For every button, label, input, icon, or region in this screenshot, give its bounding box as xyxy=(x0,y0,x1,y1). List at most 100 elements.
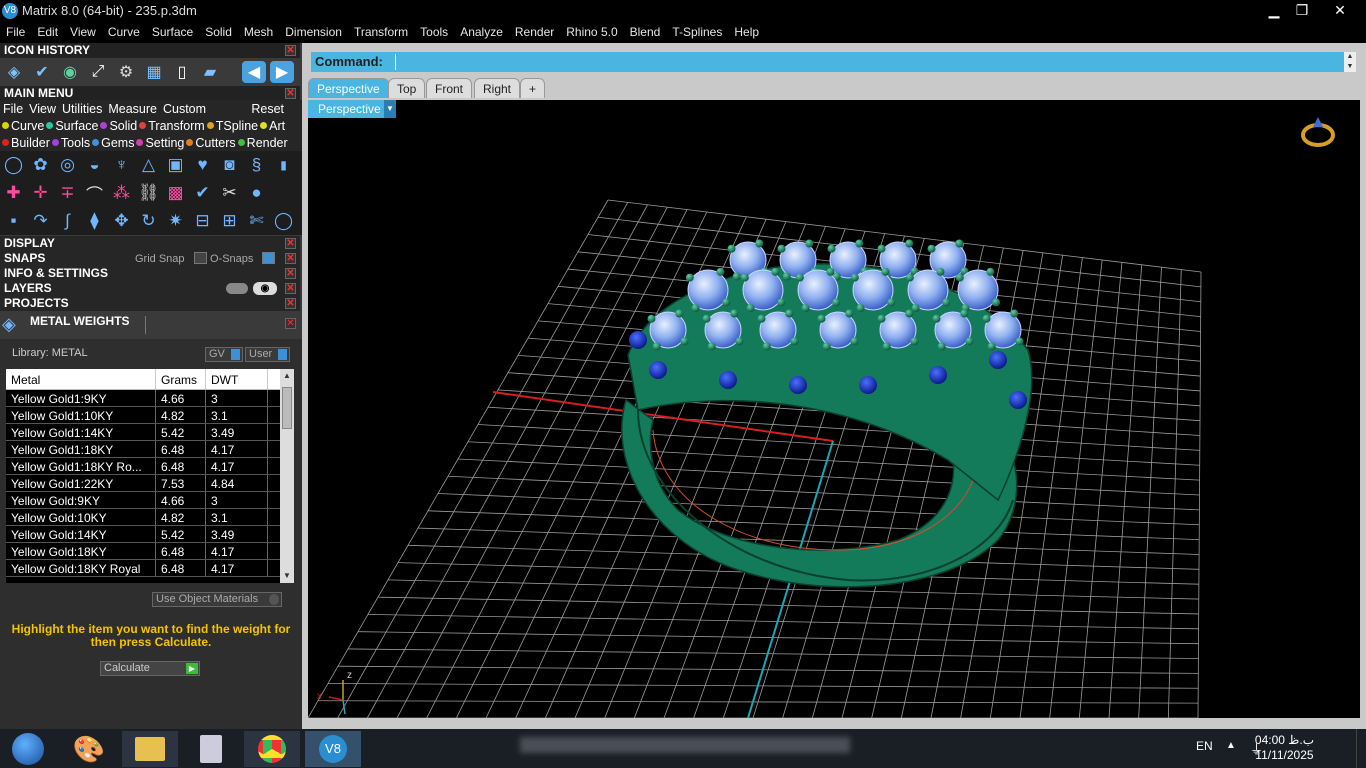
mm-builder[interactable]: Builder xyxy=(0,136,50,150)
clock[interactable]: 04:00 ب.ظ 11/11/2025 xyxy=(1255,733,1314,763)
menu-tools[interactable]: Tools xyxy=(414,22,454,43)
display-header[interactable]: DISPLAY ✕ xyxy=(0,236,300,251)
add-tab-button[interactable]: + xyxy=(520,78,546,98)
layers-header[interactable]: LAYERS ◉ ✕ xyxy=(0,281,300,296)
language-indicator[interactable]: EN xyxy=(1196,739,1213,753)
mm-art[interactable]: Art xyxy=(258,119,285,133)
calculate-button[interactable]: Calculate ▶ xyxy=(100,661,200,676)
back-arrow-icon[interactable]: ◀ xyxy=(242,61,266,83)
forward-arrow-icon[interactable]: ▶ xyxy=(270,61,294,83)
close-icon[interactable]: ✕ xyxy=(285,318,296,329)
tab-right[interactable]: Right xyxy=(474,78,521,98)
mm-tspline[interactable]: TSpline xyxy=(205,119,258,133)
chain-icon[interactable]: ⛓ xyxy=(136,181,161,205)
gem-icon[interactable]: ◈ xyxy=(2,61,26,83)
grid-snap-toggle[interactable] xyxy=(194,252,207,264)
layer-light-icon[interactable] xyxy=(226,283,248,294)
col-grams[interactable]: Grams xyxy=(156,369,206,389)
tray-chevron-icon[interactable]: ▲ xyxy=(1226,740,1236,751)
scroll-up-icon[interactable]: ▲ xyxy=(282,371,292,381)
scroll-thumb[interactable] xyxy=(282,387,292,429)
band-icon[interactable]: ◒ xyxy=(82,153,107,177)
close-icon[interactable]: ✕ xyxy=(285,88,296,99)
user-button[interactable]: User xyxy=(245,347,290,362)
scroll-down-icon[interactable]: ▼ xyxy=(282,571,292,581)
menu-blend[interactable]: Blend xyxy=(624,22,667,43)
move-icon[interactable]: ✥ xyxy=(109,209,134,233)
tab-perspective[interactable]: Perspective xyxy=(308,78,389,98)
metal-table[interactable]: Metal Grams DWT Yellow Gold1:9KY 4.66 3 Yel… xyxy=(6,369,280,583)
menu-file[interactable]: File xyxy=(0,22,31,43)
snaps-header[interactable]: SNAPS Grid Snap O-Snaps ✕ xyxy=(0,251,300,266)
heart-icon[interactable]: ♥ xyxy=(190,153,215,177)
use-object-materials-toggle[interactable]: Use Object Materials xyxy=(152,592,282,607)
table-row[interactable]: Yellow Gold:10KY 4.82 3.1 xyxy=(6,509,280,526)
close-icon[interactable]: ✕ xyxy=(285,45,296,56)
check-tool-icon[interactable]: ✔ xyxy=(190,181,215,205)
scale-icon[interactable]: ⤢ xyxy=(86,61,110,83)
rotate-icon[interactable]: ↻ xyxy=(136,209,161,233)
matrix-taskbar-icon[interactable]: V8 xyxy=(305,731,361,767)
prong-icon[interactable]: ♆ xyxy=(109,153,134,177)
info-settings-header[interactable]: INFO & SETTINGS ✕ xyxy=(0,266,300,281)
table-row[interactable]: Yellow Gold:18KY 6.48 4.17 xyxy=(6,543,280,560)
menu-rhino[interactable]: Rhino 5.0 xyxy=(560,22,623,43)
s-curve-icon[interactable]: ∫ xyxy=(55,209,80,233)
gear-icon[interactable]: ⚙ xyxy=(114,61,138,83)
menu-transform[interactable]: Transform xyxy=(348,22,414,43)
minimize-button[interactable]: ▁ xyxy=(1260,0,1288,20)
grid-icon[interactable]: ▦ xyxy=(142,61,166,83)
calculator-app-icon[interactable] xyxy=(183,731,239,767)
plus-icon[interactable]: ✚ xyxy=(1,181,26,205)
cubes-icon[interactable]: ▪ xyxy=(1,209,26,233)
menu-view[interactable]: View xyxy=(64,22,102,43)
close-icon[interactable]: ✕ xyxy=(285,268,296,279)
mm-reset[interactable]: Reset xyxy=(248,102,302,116)
circle-icon[interactable]: ◯ xyxy=(1,153,26,177)
sphere-icon[interactable]: ◉ xyxy=(58,61,82,83)
chrome-app-icon[interactable] xyxy=(244,731,300,767)
menu-edit[interactable]: Edit xyxy=(31,22,64,43)
start-button[interactable] xyxy=(0,731,56,767)
mm-measure[interactable]: Measure xyxy=(105,102,160,116)
join-icon[interactable]: ⊟ xyxy=(190,209,215,233)
close-button[interactable]: ✕ xyxy=(1326,0,1354,20)
table-row[interactable]: Yellow Gold:14KY 5.42 3.49 xyxy=(6,526,280,543)
table-row[interactable]: Yellow Gold1:14KY 5.42 3.49 xyxy=(6,424,280,441)
mm-surface[interactable]: Surface xyxy=(44,119,98,133)
mm-utilities[interactable]: Utilities xyxy=(59,102,105,116)
texture-icon[interactable]: ▩ xyxy=(163,181,188,205)
split-icon[interactable]: ⊞ xyxy=(217,209,242,233)
menu-dimension[interactable]: Dimension xyxy=(279,22,348,43)
mm-solid[interactable]: Solid xyxy=(98,119,137,133)
arc-icon[interactable]: ⌒ xyxy=(82,181,107,205)
show-desktop-button[interactable] xyxy=(1356,729,1366,768)
mm-tools[interactable]: Tools xyxy=(50,136,90,150)
eye-icon[interactable]: ◉ xyxy=(253,282,277,295)
open-folder-icon[interactable]: ▰ xyxy=(198,61,222,83)
menu-tsplines[interactable]: T-Splines xyxy=(666,22,728,43)
menu-solid[interactable]: Solid xyxy=(199,22,238,43)
ring-view-icon[interactable] xyxy=(1301,117,1335,147)
tab-top[interactable]: Top xyxy=(388,78,426,98)
mm-curve[interactable]: Curve xyxy=(0,119,44,133)
curve-arrow-icon[interactable]: ↷ xyxy=(28,209,53,233)
add-point-icon[interactable]: ✛ xyxy=(28,181,53,205)
new-file-icon[interactable]: ▯ xyxy=(170,61,194,83)
table-row[interactable]: Yellow Gold:9KY 4.66 3 xyxy=(6,492,280,509)
tube-icon[interactable]: § xyxy=(244,153,269,177)
burst-icon[interactable]: ✷ xyxy=(163,209,188,233)
explorer-app-icon[interactable] xyxy=(122,731,178,767)
menu-curve[interactable]: Curve xyxy=(102,22,146,43)
projects-header[interactable]: PROJECTS ✕ xyxy=(0,296,300,311)
gem-cone-icon[interactable]: △ xyxy=(136,153,161,177)
close-icon[interactable]: ✕ xyxy=(285,298,296,309)
ring-icon[interactable]: ◎ xyxy=(55,153,80,177)
metal-weights-header[interactable]: ◈ METAL WEIGHTS ✕ xyxy=(0,312,300,338)
bezel-icon[interactable]: ▣ xyxy=(163,153,188,177)
table-scrollbar[interactable]: ▲ ▼ xyxy=(280,369,294,583)
table-row[interactable]: Yellow Gold1:22KY 7.53 4.84 xyxy=(6,475,280,492)
ring-outline-icon[interactable]: ◯ xyxy=(271,209,296,233)
close-icon[interactable]: ✕ xyxy=(285,253,296,264)
main-menu-header[interactable]: MAIN MENU ✕ xyxy=(0,86,300,101)
